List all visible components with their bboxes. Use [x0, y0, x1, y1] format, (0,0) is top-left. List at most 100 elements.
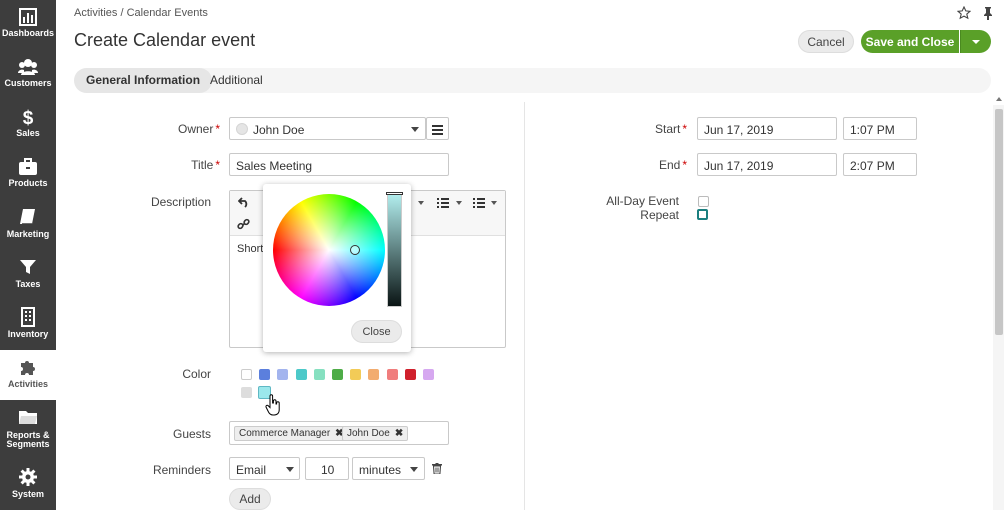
- chevron-down-icon: [411, 127, 419, 132]
- reminder-type-value: Email: [236, 463, 267, 477]
- end-time-value: 2:07 PM: [850, 159, 895, 173]
- color-picker-close-button[interactable]: Close: [351, 320, 402, 343]
- reminder-type-select[interactable]: Email: [229, 457, 300, 480]
- guests-input[interactable]: Commerce Manager ✖ John Doe ✖: [229, 421, 449, 445]
- tab-additional[interactable]: Additional: [198, 68, 275, 93]
- briefcase-icon: [18, 157, 38, 177]
- sidebar-item-label: System: [11, 489, 45, 499]
- sidebar-item-label: Taxes: [15, 279, 41, 289]
- chevron-down-icon: [972, 39, 980, 44]
- numbered-list-icon[interactable]: [473, 197, 485, 211]
- reminder-amount-value: 10: [321, 463, 335, 477]
- cancel-button[interactable]: Cancel: [798, 30, 854, 53]
- star-icon[interactable]: [956, 5, 972, 20]
- title-input[interactable]: Sales Meeting: [229, 153, 449, 176]
- color-swatch[interactable]: [295, 369, 307, 380]
- save-options-dropdown[interactable]: [960, 30, 991, 53]
- filter-icon: [18, 257, 38, 277]
- all-day-label: All-Day Event: [606, 194, 679, 208]
- sidebar-item-marketing[interactable]: Marketing: [0, 200, 56, 250]
- color-swatch[interactable]: [241, 387, 252, 398]
- reminder-unit-value: minutes: [359, 463, 402, 477]
- sidebar: Dashboards Customers $ Sales Products Ma…: [0, 0, 56, 510]
- end-label: End *: [658, 158, 687, 172]
- pin-icon[interactable]: [982, 6, 994, 20]
- sidebar-item-reports-segments[interactable]: Reports & Segments: [0, 400, 56, 450]
- chevron-down-icon[interactable]: [418, 201, 424, 205]
- breadcrumb[interactable]: Activities / Calendar Events: [74, 7, 208, 19]
- owner-list-button[interactable]: [426, 117, 449, 140]
- chevron-down-icon: [410, 467, 418, 472]
- color-swatch[interactable]: [423, 369, 434, 380]
- trash-icon[interactable]: [432, 463, 442, 477]
- chevron-down-icon[interactable]: [491, 201, 497, 205]
- guest-tag: John Doe ✖: [342, 426, 409, 441]
- sidebar-item-inventory[interactable]: Inventory: [0, 300, 56, 350]
- brightness-slider[interactable]: [387, 192, 402, 307]
- sidebar-item-label: Marketing: [6, 229, 50, 239]
- link-icon[interactable]: [237, 218, 250, 234]
- sidebar-item-sales[interactable]: $ Sales: [0, 100, 56, 150]
- color-swatch[interactable]: [332, 369, 343, 380]
- reminder-amount-input[interactable]: 10: [305, 457, 349, 480]
- start-date-input[interactable]: Jun 17, 2019: [697, 117, 837, 140]
- description-label: Description: [150, 195, 211, 209]
- undo-icon[interactable]: [237, 196, 250, 211]
- users-icon: [18, 57, 38, 77]
- guests-label: Guests: [172, 427, 211, 441]
- reminder-unit-select[interactable]: minutes: [352, 457, 425, 480]
- sidebar-item-products[interactable]: Products: [0, 150, 56, 200]
- scroll-up-arrow-icon[interactable]: [996, 97, 1002, 101]
- building-icon: [18, 307, 38, 327]
- color-swatch[interactable]: [368, 369, 380, 380]
- end-time-input[interactable]: 2:07 PM: [843, 153, 917, 176]
- color-picker-popup: Close: [263, 184, 411, 352]
- color-swatch[interactable]: [350, 369, 362, 380]
- color-wheel[interactable]: [273, 194, 385, 306]
- start-date-value: Jun 17, 2019: [704, 123, 774, 137]
- bullet-list-icon[interactable]: [437, 197, 449, 211]
- save-and-close-button[interactable]: Save and Close: [861, 30, 959, 53]
- column-divider: [524, 102, 525, 510]
- chevron-down-icon[interactable]: [456, 201, 462, 205]
- all-day-checkbox[interactable]: [698, 196, 709, 207]
- dashboard-icon: [18, 7, 38, 27]
- start-time-input[interactable]: 1:07 PM: [843, 117, 917, 140]
- sidebar-item-label: Inventory: [7, 329, 49, 339]
- repeat-checkbox[interactable]: [697, 209, 708, 220]
- hand-cursor-icon: [265, 394, 281, 419]
- start-time-value: 1:07 PM: [850, 123, 895, 137]
- sidebar-item-label-line2: Segments: [6, 439, 50, 449]
- page-title: Create Calendar event: [74, 30, 256, 50]
- color-swatch[interactable]: [313, 369, 325, 380]
- scrollbar-thumb[interactable]: [995, 109, 1003, 335]
- sidebar-item-label: Activities: [7, 379, 49, 389]
- sidebar-item-system[interactable]: System: [0, 460, 56, 510]
- sidebar-item-customers[interactable]: Customers: [0, 50, 56, 100]
- guest-tag: Commerce Manager ✖: [234, 426, 349, 441]
- chevron-down-icon: [286, 467, 294, 472]
- svg-text:$: $: [23, 108, 34, 127]
- brightness-slider-handle[interactable]: [386, 192, 403, 195]
- sidebar-item-dashboards[interactable]: Dashboards: [0, 0, 56, 50]
- list-icon: [432, 124, 443, 138]
- sidebar-item-activities[interactable]: Activities: [0, 350, 56, 400]
- color-swatch[interactable]: [404, 369, 416, 380]
- sidebar-item-label: Customers: [4, 78, 52, 88]
- color-swatch[interactable]: [386, 369, 398, 380]
- color-swatch[interactable]: [241, 369, 252, 380]
- gear-icon: [18, 467, 38, 487]
- color-swatch[interactable]: [259, 369, 271, 380]
- sidebar-item-label: Products: [8, 178, 48, 188]
- color-wheel-handle[interactable]: [350, 245, 360, 255]
- color-swatch[interactable]: [277, 369, 289, 380]
- folder-icon: [18, 407, 38, 427]
- owner-select[interactable]: John Doe: [229, 117, 426, 140]
- end-date-input[interactable]: Jun 17, 2019: [697, 153, 837, 176]
- remove-tag-icon[interactable]: ✖: [395, 428, 403, 439]
- sidebar-item-taxes[interactable]: Taxes: [0, 250, 56, 300]
- tab-general-information[interactable]: General Information: [74, 68, 213, 93]
- owner-value: John Doe: [253, 123, 305, 137]
- owner-label: Owner *: [177, 122, 220, 136]
- add-reminder-button[interactable]: Add: [229, 488, 271, 510]
